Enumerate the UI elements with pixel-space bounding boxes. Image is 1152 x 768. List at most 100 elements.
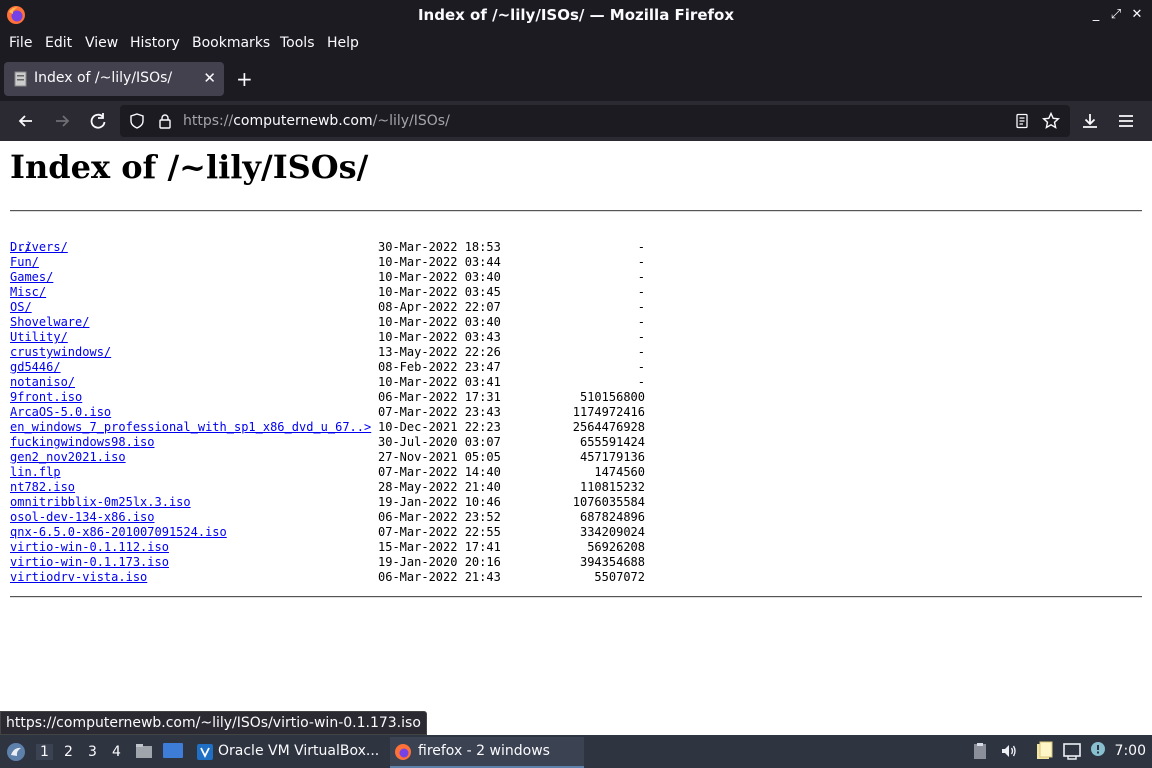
navigation-toolbar: https://computernewb.com/~lily/ISOs/ — [0, 101, 1152, 141]
virtualbox-icon — [197, 744, 213, 760]
file-link[interactable]: virtio-win-0.1.173.iso — [10, 555, 169, 570]
url-bar[interactable]: https://computernewb.com/~lily/ISOs/ — [120, 105, 1070, 137]
minimize-button[interactable]: _ — [1086, 5, 1106, 25]
tab-title: Index of /~lily/ISOs/ — [34, 70, 173, 86]
file-link[interactable]: 9front.iso — [10, 390, 82, 405]
modified-date: 10-Mar-2022 03:40 — [378, 315, 501, 329]
file-link[interactable]: virtiodrv-vista.iso — [10, 570, 147, 585]
listing-row: qnx-6.5.0-x86-201007091524.iso 07-Mar-202… — [10, 525, 645, 540]
hamburger-menu-icon[interactable] — [1116, 111, 1136, 131]
listing-row: Fun/10-Mar-2022 03:44 - — [10, 255, 645, 270]
task-firefox[interactable]: firefox - 2 windows — [390, 737, 584, 768]
menu-tools[interactable]: Tools — [280, 35, 315, 51]
modified-date: 19-Jan-2022 10:46 — [378, 495, 501, 509]
close-window-button[interactable]: ✕ — [1127, 5, 1147, 25]
file-size: - — [637, 270, 645, 284]
workspace-4[interactable]: 4 — [112, 744, 121, 760]
tab-index-isos[interactable]: Index of /~lily/ISOs/ ✕ — [4, 62, 224, 96]
menu-help[interactable]: Help — [327, 35, 359, 51]
listing-row: ArcaOS-5.0.iso 07-Mar-2022 23:43 117497241… — [10, 405, 645, 420]
file-link[interactable]: crustywindows/ — [10, 345, 111, 360]
file-link[interactable]: Games/ — [10, 270, 53, 285]
listing-row: Utility/10-Mar-2022 03:43 - — [10, 330, 645, 345]
file-size: - — [637, 240, 645, 254]
bookmark-star-icon[interactable] — [1042, 112, 1060, 130]
file-link[interactable]: ArcaOS-5.0.iso — [10, 405, 111, 420]
workspace-2[interactable]: 2 — [64, 744, 73, 760]
modified-date: 13-May-2022 22:26 — [378, 345, 501, 359]
file-link[interactable]: virtio-win-0.1.112.iso — [10, 540, 169, 555]
listing-row: gd5446/08-Feb-2022 23:47 - — [10, 360, 645, 375]
app-menu-icon[interactable] — [5, 741, 27, 763]
forward-arrow-icon[interactable] — [52, 111, 72, 131]
workspace-3[interactable]: 3 — [88, 744, 97, 760]
file-link[interactable]: gen2_nov2021.iso — [10, 450, 126, 465]
downloads-icon[interactable] — [1080, 111, 1100, 131]
file-size: - — [637, 285, 645, 299]
file-link[interactable]: lin.flp — [10, 465, 61, 480]
notes-tray-icon[interactable] — [1034, 741, 1054, 761]
file-size: 56926208 — [587, 540, 645, 554]
file-link[interactable]: nt782.iso — [10, 480, 75, 495]
modified-date: 19-Jan-2020 20:16 — [378, 555, 501, 569]
file-link[interactable]: qnx-6.5.0-x86-201007091524.iso — [10, 525, 227, 540]
file-link[interactable]: en_windows_7_professional_with_sp1_x86_d… — [10, 420, 371, 435]
page-content: Index of /~lily/ISOs/ ../ Drivers/30-Mar… — [0, 141, 1152, 711]
file-link[interactable]: Utility/ — [10, 330, 68, 345]
menu-file[interactable]: File — [9, 35, 32, 51]
file-link[interactable]: gd5446/ — [10, 360, 61, 375]
file-link[interactable]: Misc/ — [10, 285, 46, 300]
modified-date: 06-Mar-2022 23:52 — [378, 510, 501, 524]
file-link[interactable]: Fun/ — [10, 255, 39, 270]
menu-bookmarks[interactable]: Bookmarks — [192, 35, 270, 51]
reload-icon[interactable] — [88, 111, 108, 131]
status-link-preview: https://computernewb.com/~lily/ISOs/virt… — [0, 711, 427, 735]
page-favicon-icon — [14, 71, 27, 87]
shield-icon[interactable] — [129, 113, 145, 129]
menu-view[interactable]: View — [85, 35, 118, 51]
tab-close-icon[interactable]: ✕ — [203, 69, 216, 87]
file-size: 334209024 — [579, 525, 645, 539]
file-link[interactable]: osol-dev-134-x86.iso — [10, 510, 155, 525]
file-size: - — [637, 375, 645, 389]
menu-bar: File Edit View History Bookmarks Tools H… — [0, 30, 1152, 57]
workspace-1[interactable]: 1 — [36, 744, 53, 760]
modified-date: 06-Mar-2022 21:43 — [378, 570, 501, 584]
menu-history[interactable]: History — [130, 35, 180, 51]
url-text[interactable]: https://computernewb.com/~lily/ISOs/ — [183, 113, 450, 129]
listing-row: gen2_nov2021.iso 27-Nov-2021 05:05 4571791… — [10, 450, 645, 465]
listing-row: Drivers/30-Mar-2022 18:53 - — [10, 240, 645, 255]
listing-row: OS/08-Apr-2022 22:07 - — [10, 300, 645, 315]
task-virtualbox-label: Oracle VM VirtualBox... — [218, 743, 380, 759]
new-tab-plus-icon[interactable]: + — [236, 69, 253, 89]
modified-date: 08-Apr-2022 22:07 — [378, 300, 501, 314]
bottom-divider — [10, 596, 1142, 598]
modified-date: 07-Mar-2022 22:55 — [378, 525, 501, 539]
clock: 7:00 — [1114, 743, 1146, 759]
lock-icon[interactable] — [157, 113, 173, 129]
file-size: - — [637, 330, 645, 344]
file-link[interactable]: Drivers/ — [10, 240, 68, 255]
page-heading: Index of /~lily/ISOs/ — [10, 148, 369, 186]
file-link[interactable]: omnitribblix-0m25lx.3.iso — [10, 495, 191, 510]
volume-icon[interactable] — [1000, 742, 1018, 760]
task-virtualbox[interactable]: Oracle VM VirtualBox... — [194, 737, 384, 766]
window-titlebar: Index of /~lily/ISOs/ — Mozilla Firefox … — [0, 0, 1152, 30]
modified-date: 10-Mar-2022 03:44 — [378, 255, 501, 269]
menu-edit[interactable]: Edit — [45, 35, 72, 51]
file-link[interactable]: notaniso/ — [10, 375, 75, 390]
file-link[interactable]: fuckingwindows98.iso — [10, 435, 155, 450]
file-link[interactable]: OS/ — [10, 300, 32, 315]
notification-icon[interactable] — [1090, 741, 1106, 757]
show-desktop-icon[interactable] — [162, 741, 184, 761]
clipboard-tray-icon[interactable] — [972, 742, 988, 760]
network-icon[interactable] — [1062, 742, 1082, 760]
file-listing: ../ Drivers/30-Mar-2022 18:53- Fun/10-Mar… — [10, 225, 645, 585]
back-arrow-icon[interactable] — [16, 111, 36, 131]
reader-view-icon[interactable] — [1014, 113, 1030, 129]
file-link[interactable]: Shovelware/ — [10, 315, 89, 330]
file-manager-icon[interactable] — [134, 741, 154, 761]
listing-row-parent: ../ — [10, 225, 53, 254]
file-size: 1076035584 — [572, 495, 645, 509]
maximize-button[interactable]: ⤢ — [1106, 5, 1126, 25]
